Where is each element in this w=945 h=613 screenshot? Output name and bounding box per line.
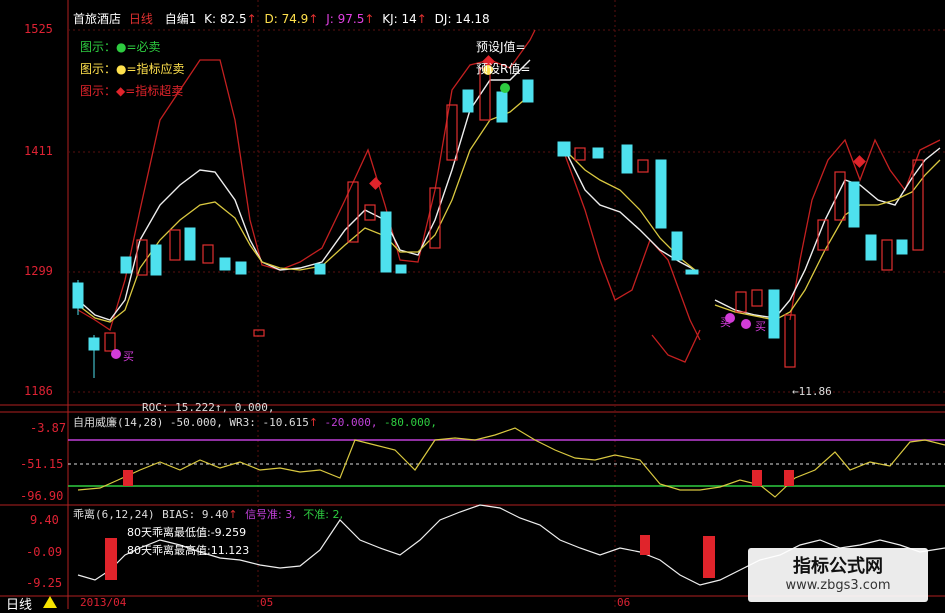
k-value: K: 82.5 <box>204 12 247 26</box>
bias-axis-label: -0.09 <box>26 545 63 559</box>
up-arrow-icon: ↑ <box>364 12 375 26</box>
date-label: 2013/04 <box>80 596 127 609</box>
legend-item-oversell: 图示：◆=指标超卖 <box>80 84 184 98</box>
dj-value: DJ: 14.18 <box>434 12 490 26</box>
price-axis-label: 1186 <box>24 384 53 398</box>
stock-name[interactable]: 首旅酒店 <box>73 12 121 26</box>
d-value: D: 74.9 <box>264 12 309 26</box>
up-arrow-icon: ↑ <box>246 12 257 26</box>
period-selector[interactable]: 日线 <box>6 594 32 613</box>
date-label: 05 <box>260 596 274 609</box>
price-axis-label: 1299 <box>24 264 53 278</box>
indicator-name[interactable]: 自编1 <box>165 12 197 26</box>
up-arrow-icon: ↑ <box>416 12 427 26</box>
buy-label: 买 <box>123 350 134 363</box>
bias-axis-label: 9.40 <box>30 513 59 527</box>
price-axis-label: 1525 <box>24 22 53 36</box>
up-arrow-icon: ↑ <box>308 12 319 26</box>
wr-axis-label: -3.87 <box>30 421 67 435</box>
bias-indicator-header[interactable]: 乖离(6,12,24) BIAS: 9.40↑ 信号准: 3, 不准: 2, <box>73 506 343 522</box>
preset-r-label: 预设R值= <box>476 62 531 76</box>
buy-label: 买 <box>720 316 731 329</box>
buy-marker-3 <box>741 319 751 329</box>
low-price-label: ←11.86 <box>792 385 832 398</box>
bias-min-text: 80天乖离最低值:-9.259 <box>127 526 247 539</box>
buy-marker-1 <box>111 349 121 359</box>
kj-value: KJ: 14 <box>382 12 417 26</box>
watermark-url: www.zbgs3.com <box>785 578 891 593</box>
wr-axis-label: -96.90 <box>20 489 64 503</box>
legend-item-should-sell: 图示：●=指标应卖 <box>80 62 185 76</box>
period-label[interactable]: 日线 <box>129 12 153 26</box>
roc-line: ROC: 15.222↑, 0.000, <box>142 401 275 414</box>
wr-axis-label: -51.15 <box>20 457 64 471</box>
j-value: J: 97.5 <box>326 12 365 26</box>
date-label: 06 <box>617 596 631 609</box>
bias-axis-label: -9.25 <box>26 576 63 590</box>
watermark-logo: 指标公式网 www.zbgs3.com <box>748 548 928 602</box>
wr-indicator-header[interactable]: 自用威廉(14,28) -50.000, WR3: -10.615↑ -20.0… <box>73 414 437 430</box>
bias-max-text: 80天乖离最高值:11.123 <box>127 544 250 557</box>
watermark-title: 指标公式网 <box>793 556 883 577</box>
price-axis-label: 1411 <box>24 144 53 158</box>
preset-j-label: 预设J值= <box>476 40 526 54</box>
legend-item-sell: 图示：●=必卖 <box>80 40 161 54</box>
buy-label: 买 <box>755 320 766 333</box>
